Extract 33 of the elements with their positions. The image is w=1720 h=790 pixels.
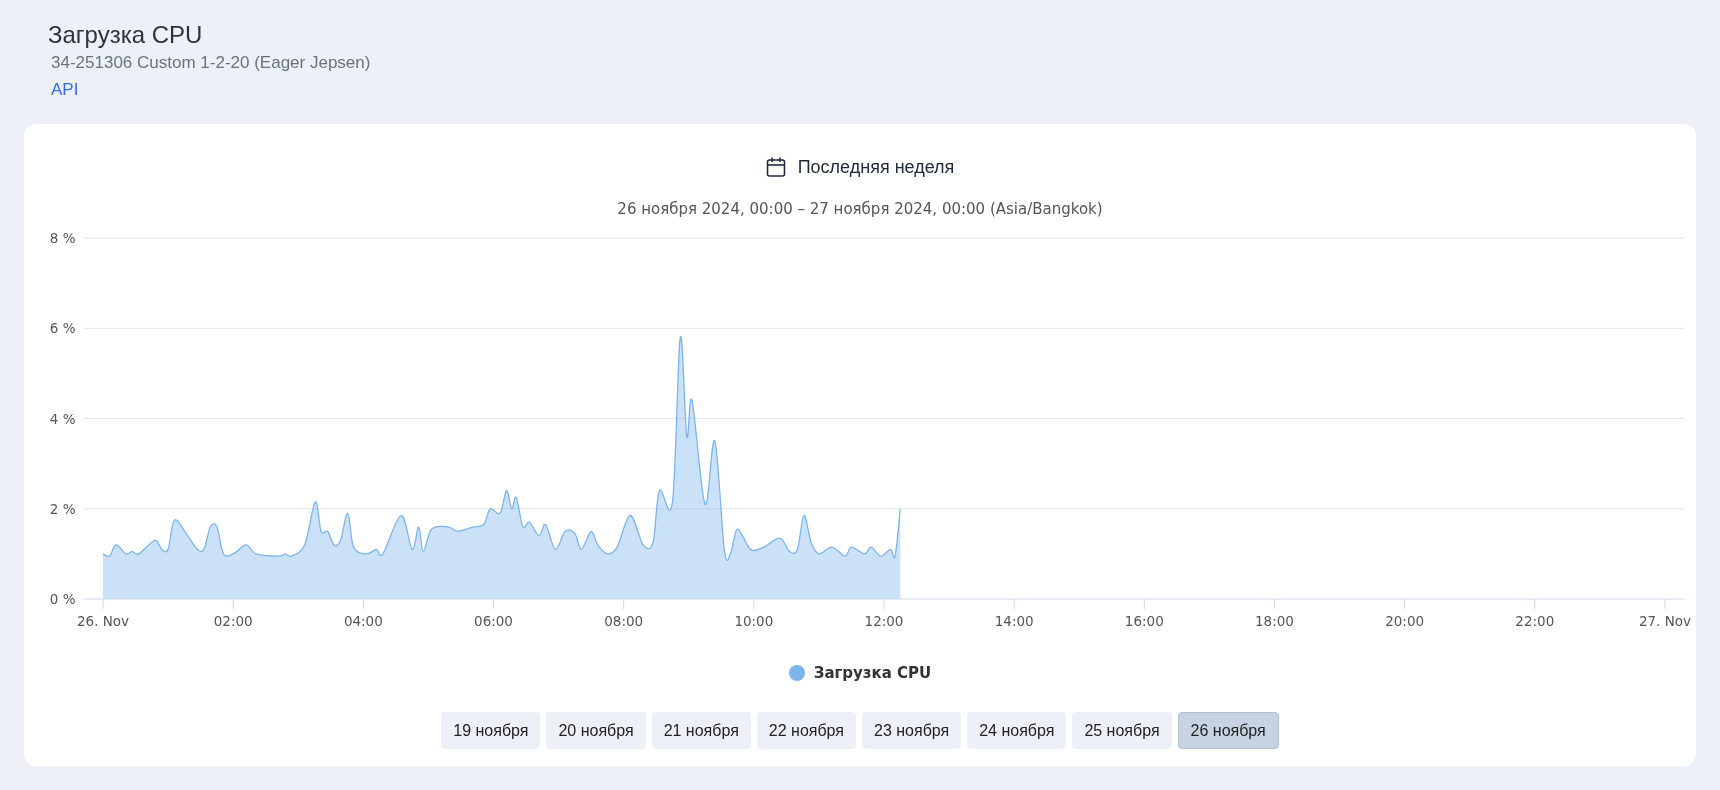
day-button[interactable]: 21 ноября — [651, 712, 751, 749]
y-axis-label: 4 % — [49, 410, 76, 427]
calendar-icon — [765, 156, 786, 178]
server-name: 34-251306 Custom 1-2-20 (Eager Jepsen) — [51, 52, 371, 74]
page-title: Загрузка CPU — [48, 20, 203, 50]
x-axis-label: 22:00 — [1515, 613, 1555, 629]
day-button[interactable]: 25 ноября — [1072, 712, 1172, 749]
x-axis-label: 27. Nov — [1638, 613, 1692, 629]
y-axis-label: 8 % — [49, 230, 76, 246]
period-title: Последняя неделя — [797, 156, 955, 178]
x-axis-label: 04:00 — [343, 613, 383, 629]
x-axis-label: 26. Nov — [76, 613, 130, 629]
day-button[interactable]: 26 ноября — [1177, 712, 1279, 749]
x-axis-label: 20:00 — [1385, 613, 1425, 629]
api-link[interactable]: API — [51, 76, 79, 104]
y-axis-label: 0 % — [49, 591, 76, 607]
day-button[interactable]: 20 ноября — [546, 712, 646, 749]
x-axis-label: 16:00 — [1124, 613, 1164, 629]
x-axis-label: 12:00 — [864, 613, 904, 629]
legend-label[interactable]: Загрузка CPU — [813, 664, 932, 682]
day-button[interactable]: 24 ноября — [967, 712, 1067, 749]
day-button[interactable]: 22 ноября — [756, 712, 856, 749]
day-button[interactable]: 19 ноября — [441, 712, 541, 749]
x-axis-label: 02:00 — [213, 613, 253, 629]
y-axis-label: 6 % — [49, 320, 76, 337]
day-button[interactable]: 23 ноября — [862, 712, 962, 749]
x-axis-label: 10:00 — [734, 613, 774, 629]
x-axis-label: 14:00 — [994, 613, 1034, 629]
x-axis-label: 08:00 — [604, 613, 644, 629]
x-axis-label: 18:00 — [1255, 613, 1294, 629]
x-axis-label: 06:00 — [474, 613, 513, 629]
y-axis-label: 2 % — [49, 500, 76, 517]
date-range: 26 ноября 2024, 00:00 – 27 ноября 2024, 00:00 (Asia/Bangkok) — [617, 200, 1103, 218]
